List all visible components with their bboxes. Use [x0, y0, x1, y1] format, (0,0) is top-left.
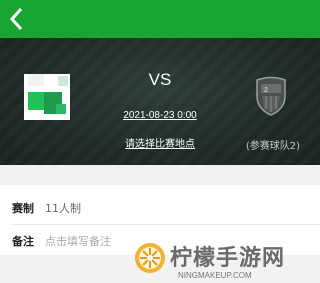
format-label: 赛制	[12, 202, 34, 215]
format-value: 11人制	[45, 202, 81, 215]
format-row[interactable]: 赛制 11人制	[0, 191, 320, 225]
watermark: 柠檬手游网 NINGMAKEUP.COM	[130, 238, 320, 283]
svg-text:2: 2	[264, 87, 268, 94]
venue-selector[interactable]: 请选择比赛地点	[95, 135, 225, 150]
versus-label: VS	[148, 70, 172, 89]
watermark-text: 柠檬手游网	[170, 246, 286, 271]
watermark-url: NINGMAKEUP.COM	[178, 271, 252, 280]
chevron-left-icon	[9, 7, 23, 31]
match-datetime[interactable]: 2021-08-23 0:00	[100, 110, 220, 121]
shield-icon: 2	[256, 76, 286, 116]
team-b-logo[interactable]: 2	[254, 76, 288, 116]
team-a-logo[interactable]	[24, 74, 70, 120]
team-b-name[interactable]: (参赛球队2)	[238, 137, 308, 152]
top-bar	[0, 0, 320, 38]
notes-input[interactable]: 点击填写备注	[45, 233, 111, 249]
back-button[interactable]	[8, 4, 34, 34]
notes-label: 备注	[12, 235, 34, 248]
lemon-logo-icon	[135, 243, 165, 273]
